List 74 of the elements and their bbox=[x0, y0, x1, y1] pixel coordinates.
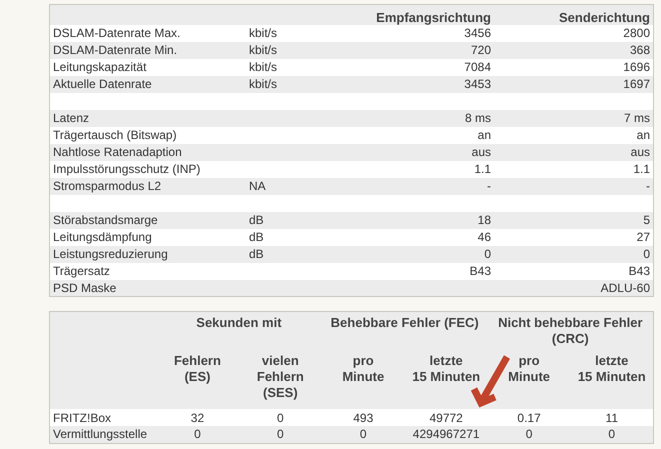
row-label: Trägersatz bbox=[53, 264, 110, 278]
unit-cell: kbit/s bbox=[249, 26, 278, 40]
unit-cell: dB bbox=[249, 230, 264, 244]
table-cell: 0.17 bbox=[517, 410, 541, 424]
row-label: Latenz bbox=[53, 111, 90, 125]
column-header: pro Minute bbox=[508, 353, 550, 384]
table-cell: 49772 bbox=[429, 410, 463, 424]
table-cell: 0 bbox=[608, 427, 616, 442]
row-label: Leitungskapazität bbox=[53, 60, 146, 74]
column-header: letzte 15 Minuten bbox=[578, 353, 646, 384]
table-cell: 0 bbox=[643, 247, 650, 261]
table-cell: 7 ms bbox=[624, 111, 650, 125]
row-label: Nahtlose Ratenadaption bbox=[53, 145, 182, 159]
table-cell: 32 bbox=[190, 410, 204, 424]
group-header: Sekunden mit bbox=[196, 315, 282, 330]
column-header: letzte 15 Minuten bbox=[412, 353, 480, 384]
table-cell: 720 bbox=[470, 43, 491, 57]
unit-cell: kbit/s bbox=[249, 60, 278, 74]
row-label: Impulsstörungsschutz (INP) bbox=[53, 162, 200, 176]
table-cell: 1.1 bbox=[474, 162, 491, 176]
table-cell: 0 bbox=[277, 427, 284, 442]
group-header: Nicht behebbare Fehler (CRC) bbox=[498, 315, 643, 346]
row-label: PSD Maske bbox=[53, 280, 116, 295]
column-header: Empfangsrichtung bbox=[376, 10, 491, 24]
table-cell: 0 bbox=[194, 427, 201, 442]
table-cell: 0 bbox=[360, 427, 367, 442]
table-cell: 3453 bbox=[464, 77, 491, 91]
table-cell: 4294967271 bbox=[412, 427, 480, 442]
group-header: Behebbare Fehler (FEC) bbox=[330, 315, 479, 330]
row-label: Vermittlungsstelle bbox=[53, 427, 148, 442]
row-label: Leitungsdämpfung bbox=[53, 230, 152, 244]
unit-cell: kbit/s bbox=[249, 43, 278, 57]
row-label: Aktuelle Datenrate bbox=[53, 77, 152, 91]
row-label: Störabstandsmarge bbox=[53, 213, 158, 227]
table-cell: aus bbox=[472, 145, 491, 159]
unit-cell: dB bbox=[249, 247, 264, 261]
table-cell: 1696 bbox=[623, 60, 650, 74]
unit-cell: kbit/s bbox=[249, 77, 278, 91]
table-cell: - bbox=[646, 179, 650, 193]
table-cell: 27 bbox=[636, 230, 650, 244]
unit-cell: dB bbox=[249, 213, 264, 227]
table-cell: B43 bbox=[470, 264, 491, 278]
table-cell: ADLU-60 bbox=[600, 280, 650, 295]
table-cell: - bbox=[487, 179, 491, 193]
row-label: DSLAM-Datenrate Min. bbox=[53, 43, 178, 57]
row-label: DSLAM-Datenrate Max. bbox=[53, 26, 180, 40]
row-label: FRITZ!Box bbox=[53, 410, 112, 424]
table-cell: aus bbox=[630, 145, 650, 159]
table-cell: 0 bbox=[526, 427, 532, 442]
table-cell: an bbox=[636, 128, 650, 142]
table-cell: 1.1 bbox=[633, 162, 650, 176]
table-cell: 18 bbox=[478, 213, 491, 227]
table-cell: 5 bbox=[643, 213, 650, 227]
table-cell: an bbox=[478, 128, 491, 142]
column-header: Senderichtung bbox=[558, 10, 650, 24]
column-header: Fehlern (ES) bbox=[174, 353, 221, 384]
table-cell: 2800 bbox=[623, 26, 650, 40]
table-cell: 493 bbox=[353, 410, 374, 424]
row-label: Leistungsreduzierung bbox=[53, 247, 168, 261]
table-cell: 1697 bbox=[623, 77, 650, 91]
table-cell: 11 bbox=[606, 410, 618, 424]
table-cell: 0 bbox=[484, 247, 491, 261]
table-cell: 0 bbox=[277, 410, 284, 424]
table-cell: 8 ms bbox=[464, 111, 491, 125]
row-label: Trägertausch (Bitswap) bbox=[53, 128, 177, 142]
unit-cell: NA bbox=[249, 179, 266, 193]
table-cell: 46 bbox=[478, 230, 491, 244]
row-label: Stromsparmodus L2 bbox=[53, 179, 162, 193]
table-cell: 7084 bbox=[464, 60, 491, 74]
table-cell: 3456 bbox=[464, 26, 491, 40]
column-header: pro Minute bbox=[342, 353, 384, 384]
table-cell: 368 bbox=[630, 43, 650, 57]
column-header: vielen Fehlern (SES) bbox=[256, 353, 304, 400]
table-cell: B43 bbox=[628, 264, 650, 278]
